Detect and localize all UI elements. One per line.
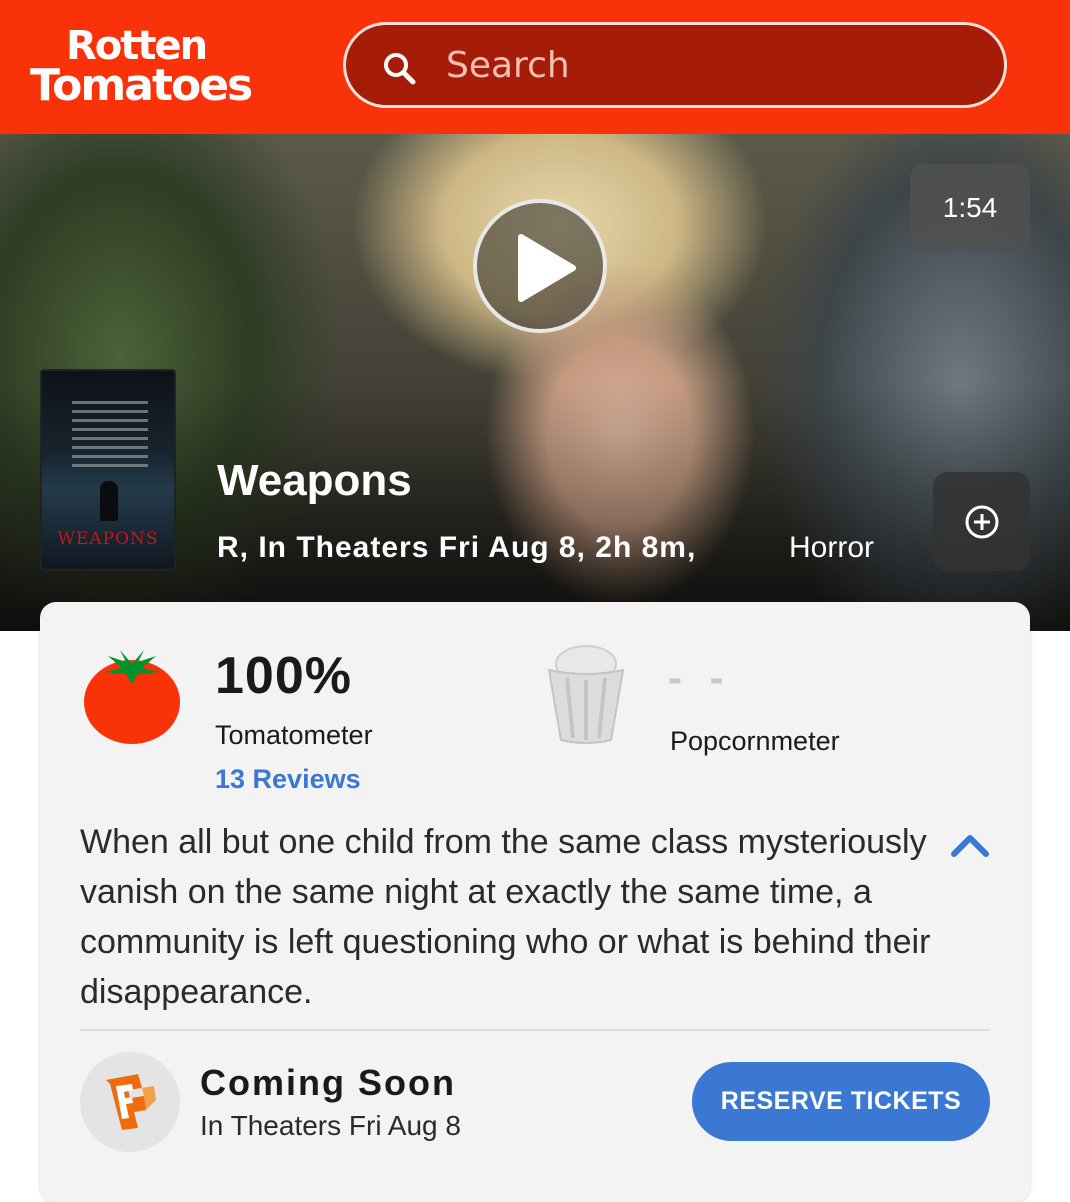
movie-poster[interactable]: WEAPONS bbox=[40, 369, 176, 571]
divider bbox=[80, 1029, 990, 1031]
popcorn-icon bbox=[547, 645, 625, 744]
tomatometer-score: 100% bbox=[215, 647, 352, 705]
reviews-link[interactable]: 13 Reviews bbox=[215, 764, 361, 795]
popcornmeter-label: Popcornmeter bbox=[670, 726, 840, 756]
poster-figure bbox=[100, 481, 118, 521]
video-duration: 1:54 bbox=[910, 164, 1030, 252]
movie-genre: Horror bbox=[789, 531, 875, 564]
search-bar[interactable] bbox=[343, 22, 1007, 108]
reserve-tickets-button[interactable]: RESERVE TICKETS bbox=[692, 1062, 990, 1141]
poster-title: WEAPONS bbox=[57, 529, 159, 549]
logo-line-2: Tomatoes bbox=[30, 60, 253, 111]
add-to-watchlist-button[interactable] bbox=[933, 472, 1030, 571]
popcornmeter-score: - - bbox=[668, 654, 732, 701]
ticket-status: Coming Soon bbox=[200, 1062, 456, 1103]
tomatometer-label: Tomatometer bbox=[215, 720, 373, 750]
release-date: In Theaters Fri Aug 8 bbox=[200, 1110, 461, 1141]
tomato-icon bbox=[84, 650, 180, 744]
rotten-tomatoes-logo[interactable]: Rotten Tomatoes bbox=[30, 26, 298, 111]
trailer-hero[interactable]: 1:54 WEAPONS Weapons R, In Theaters Fri … bbox=[0, 134, 1070, 631]
chevron-up-icon[interactable] bbox=[950, 830, 990, 860]
movie-title: Weapons bbox=[217, 456, 412, 505]
score-card: 100% Tomatometer 13 Reviews - - Popcornm… bbox=[40, 602, 1030, 1202]
poster-credits bbox=[72, 401, 148, 473]
fandango-icon bbox=[106, 1074, 156, 1130]
play-icon bbox=[518, 234, 576, 302]
search-input[interactable] bbox=[446, 41, 966, 89]
fandango-logo bbox=[80, 1052, 180, 1152]
play-trailer-button[interactable] bbox=[473, 199, 607, 333]
movie-meta: R, In Theaters Fri Aug 8, 2h 8m, bbox=[217, 531, 697, 564]
search-icon[interactable] bbox=[382, 51, 416, 85]
add-circle-icon bbox=[965, 505, 999, 539]
movie-synopsis: When all but one child from the same cla… bbox=[80, 823, 931, 1011]
top-header: Rotten Tomatoes bbox=[0, 0, 1070, 134]
